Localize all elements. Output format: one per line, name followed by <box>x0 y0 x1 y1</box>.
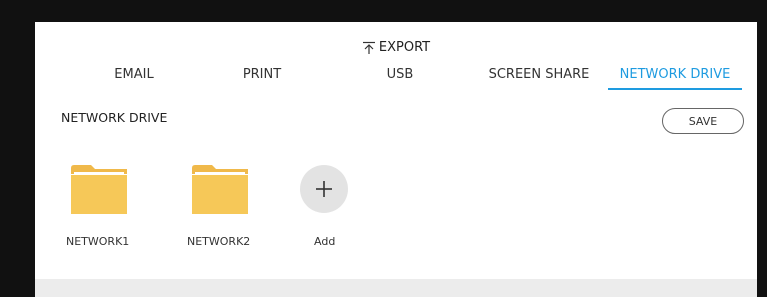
plus-icon <box>316 181 332 197</box>
export-panel: EXPORT EMAIL PRINT USB SCREEN SHARE NETW… <box>35 22 757 279</box>
folder-icon <box>192 165 248 214</box>
save-button[interactable]: SAVE <box>662 108 744 134</box>
tab-print[interactable]: PRINT <box>217 66 307 92</box>
tab-bar: EMAIL PRINT USB SCREEN SHARE NETWORK DRI… <box>35 66 757 92</box>
add-circle[interactable] <box>300 165 348 213</box>
tab-email[interactable]: EMAIL <box>89 66 179 92</box>
page-title: EXPORT <box>35 40 757 55</box>
export-icon <box>362 41 375 54</box>
right-border <box>757 0 767 297</box>
network-drive-label: NETWORK2 <box>187 235 251 248</box>
bottom-strip <box>35 279 757 297</box>
section-title: NETWORK DRIVE <box>61 110 168 125</box>
network-drive-label: NETWORK1 <box>66 235 130 248</box>
tab-network-drive[interactable]: NETWORK DRIVE <box>608 66 742 92</box>
tab-usb[interactable]: USB <box>355 66 445 92</box>
folder-icon <box>71 165 127 214</box>
add-label: Add <box>314 235 336 248</box>
page-title-text: EXPORT <box>378 40 431 55</box>
tab-screen-share[interactable]: SCREEN SHARE <box>479 66 599 92</box>
